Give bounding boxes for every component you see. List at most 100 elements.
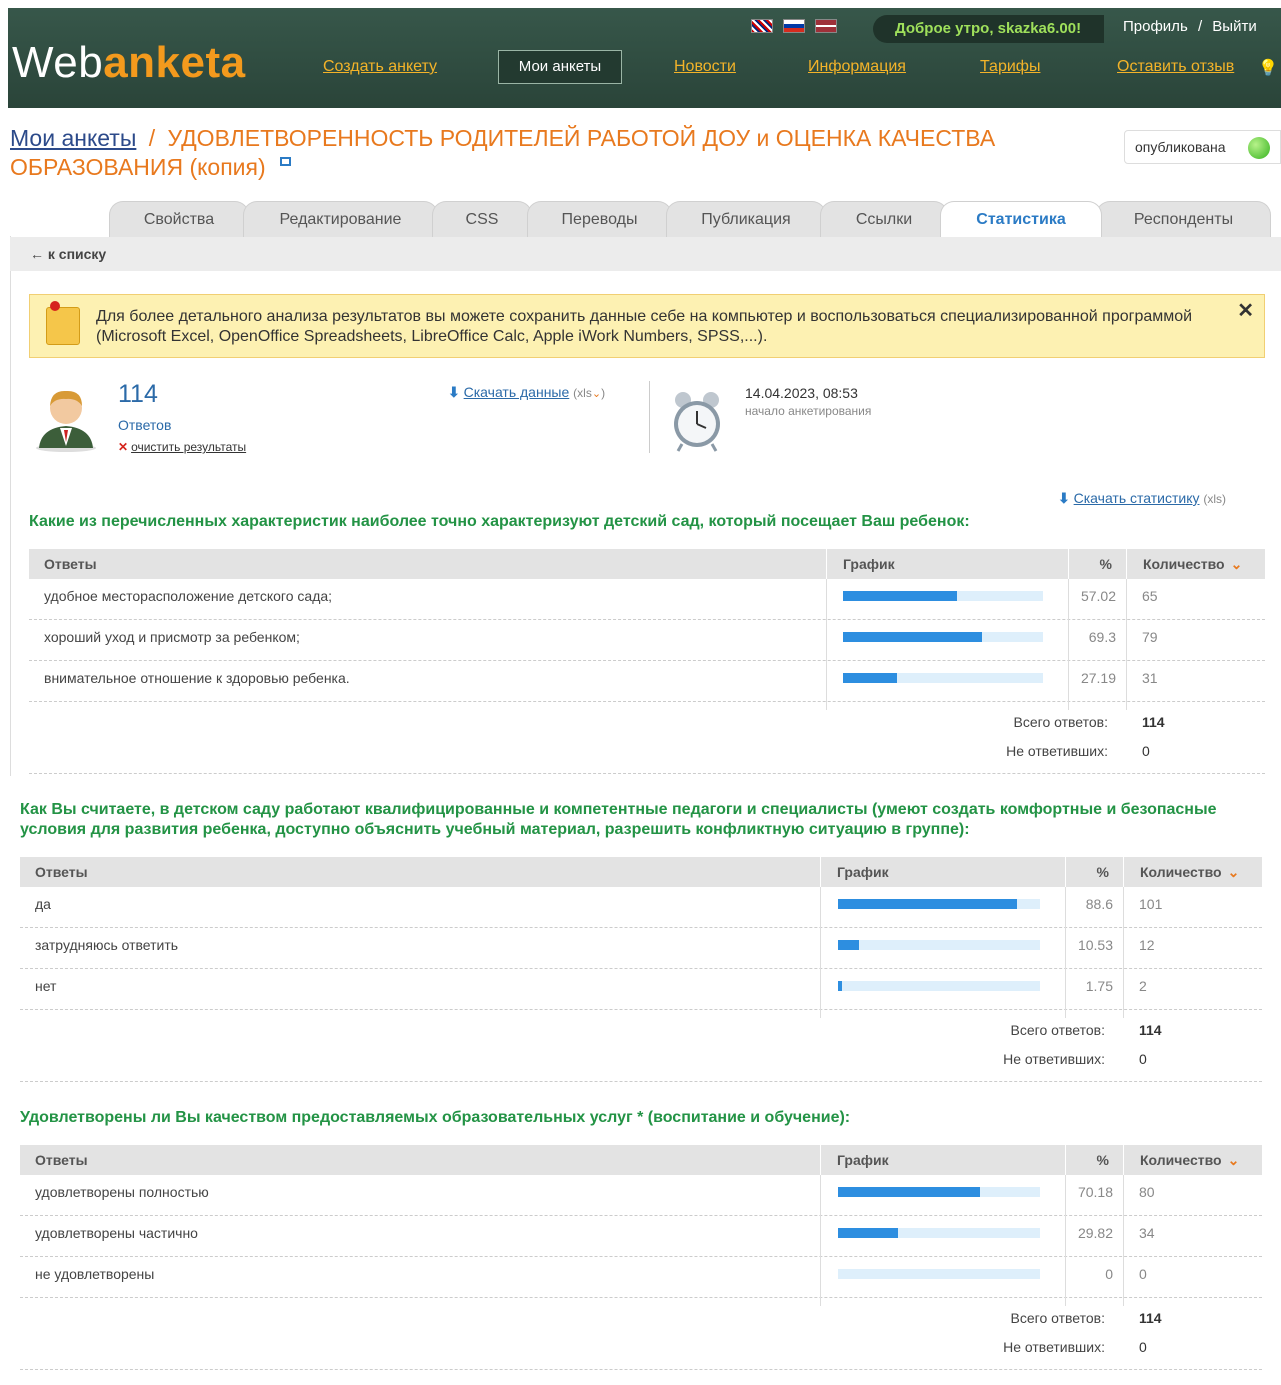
profile-links: Профиль / Выйти	[1123, 18, 1257, 35]
bar-fill	[838, 981, 842, 991]
back-to-list-link[interactable]: ← к списку	[10, 237, 1281, 271]
count-value: 79	[1142, 629, 1158, 645]
percent-value: 69.3	[1088, 629, 1116, 645]
download-format: (xls	[573, 386, 592, 400]
table-bottom-divider	[29, 773, 1265, 774]
open-window-icon[interactable]	[280, 157, 292, 166]
total-value: 114	[1142, 714, 1165, 730]
header-count[interactable]: Количество ⌄	[1123, 857, 1262, 887]
bar-track	[843, 673, 1043, 683]
tab-css[interactable]: CSS	[432, 201, 532, 237]
divider	[649, 381, 650, 453]
flag-en-icon[interactable]	[751, 19, 773, 33]
download-stats: ⬇ Скачать статистику (xls)	[1058, 490, 1226, 507]
answer-text: затрудняюсь ответить	[35, 937, 179, 953]
nav-news[interactable]: Новости	[674, 58, 736, 76]
column-divider	[1126, 579, 1127, 710]
total-label: Всего ответов:	[1010, 1022, 1105, 1038]
tab-translations[interactable]: Переводы	[527, 201, 672, 237]
percent-value: 88.6	[1085, 896, 1113, 912]
answer-text: да	[35, 896, 51, 912]
column-divider	[1123, 1175, 1124, 1306]
no-answer-label: Не ответивших:	[1003, 1051, 1105, 1067]
profile-link[interactable]: Профиль	[1123, 18, 1188, 35]
bar-track	[838, 1187, 1040, 1197]
download-arrow-icon: ⬇	[1058, 490, 1070, 506]
total-value: 114	[1139, 1022, 1162, 1038]
breadcrumb-root[interactable]: Мои анкеты	[10, 125, 136, 151]
download-data: ⬇ Скачать данные (xls⌄)	[448, 384, 606, 400]
no-answer-value: 0	[1139, 1051, 1147, 1067]
tab-respondents[interactable]: Респонденты	[1096, 201, 1271, 237]
tab-properties[interactable]: Свойства	[109, 201, 249, 237]
header-count[interactable]: Количество ⌄	[1126, 549, 1265, 579]
percent-value: 27.19	[1080, 670, 1116, 686]
bar-track	[843, 632, 1043, 642]
tab-publication[interactable]: Публикация	[666, 201, 826, 237]
tab-editing[interactable]: Редактирование	[243, 201, 438, 237]
sort-caret-icon[interactable]: ⌄	[1228, 1152, 1240, 1168]
table-row: не удовлетворены 0 0	[20, 1257, 1262, 1298]
logout-link[interactable]: Выйти	[1212, 18, 1256, 35]
header-count-label: Количество	[1140, 1152, 1222, 1168]
lightbulb-icon: 💡	[1258, 60, 1278, 77]
notice-text: Для более детального анализа результатов…	[96, 308, 1193, 345]
table-bottom-divider	[20, 1369, 1262, 1370]
download-stats-link[interactable]: Скачать статистику	[1074, 490, 1200, 506]
header-percent: %	[1065, 857, 1123, 887]
column-divider	[820, 887, 821, 1018]
bar-track	[838, 940, 1040, 950]
sort-caret-icon[interactable]: ⌄	[1231, 556, 1243, 572]
header-answers: Ответы	[29, 549, 826, 579]
profile-sep: /	[1197, 18, 1203, 35]
percent-value: 57.02	[1080, 588, 1116, 604]
page-title: Мои анкеты / УДОВЛЕТВОРЕННОСТЬ РОДИТЕЛЕЙ…	[10, 124, 1080, 182]
logo[interactable]: Webanketa	[12, 38, 246, 88]
nav-feedback[interactable]: Оставить отзыв	[1117, 58, 1234, 76]
results-table: Ответы График% Количество ⌄ да 88.6 101 затрудн…	[20, 857, 1262, 1097]
greeting: Доброе утро, skazka6.00!	[873, 15, 1104, 43]
header-count-label: Количество	[1143, 556, 1225, 572]
count-value: 65	[1142, 588, 1158, 604]
flag-lv-icon[interactable]	[815, 19, 837, 33]
total-label: Всего ответов:	[1010, 1310, 1105, 1326]
start-date: 14.04.2023, 08:53	[745, 385, 858, 401]
table-row: хороший уход и присмотр за ребенком; 69.3…	[29, 620, 1265, 661]
bar-track	[838, 899, 1040, 909]
count-value: 0	[1139, 1266, 1147, 1282]
column-divider	[1068, 579, 1069, 710]
bar-fill	[838, 1228, 898, 1238]
table-row: внимательное отношение к здоровью ребенк…	[29, 661, 1265, 702]
delete-icon: ✕	[118, 440, 129, 454]
format-dropdown-icon[interactable]: ⌄	[592, 388, 601, 400]
answer-text: хороший уход и присмотр за ребенком;	[44, 629, 300, 645]
header-percent: %	[1065, 1145, 1123, 1175]
header-percent: %	[1068, 549, 1126, 579]
clear-results-link[interactable]: ✕ очистить результаты	[118, 440, 246, 454]
tab-statistics[interactable]: Статистика	[940, 201, 1102, 238]
header-count[interactable]: Количество ⌄	[1123, 1145, 1262, 1175]
count-value: 80	[1139, 1184, 1155, 1200]
download-data-link[interactable]: Скачать данные	[464, 384, 570, 400]
percent-value: 29.82	[1077, 1225, 1113, 1241]
close-icon[interactable]: ✕	[1237, 301, 1254, 321]
flag-ru-icon[interactable]	[783, 19, 805, 33]
table-row: удовлетворены полностью 70.18 80	[20, 1175, 1262, 1216]
table-bottom-divider	[20, 1081, 1262, 1082]
nav-my-surveys[interactable]: Мои анкеты	[498, 50, 622, 84]
percent-value: 0	[1105, 1266, 1113, 1282]
nav-create[interactable]: Создать анкету	[323, 58, 437, 76]
responses-label: Ответов	[118, 417, 172, 433]
header-chart: График	[826, 549, 1068, 579]
bar-track	[838, 1269, 1040, 1279]
nav-tariffs[interactable]: Тарифы	[980, 58, 1040, 76]
download-arrow-icon: ⬇	[448, 384, 460, 400]
question-title: Какие из перечисленных характеристик наи…	[29, 513, 970, 530]
nav-info[interactable]: Информация	[808, 58, 906, 76]
sort-caret-icon[interactable]: ⌄	[1228, 864, 1240, 880]
question-title: Как Вы считаете, в детском саду работают…	[20, 801, 1217, 838]
bar-track	[838, 981, 1040, 991]
total-label: Всего ответов:	[1013, 714, 1108, 730]
total-value: 114	[1139, 1310, 1162, 1326]
tab-links[interactable]: Ссылки	[820, 201, 948, 237]
